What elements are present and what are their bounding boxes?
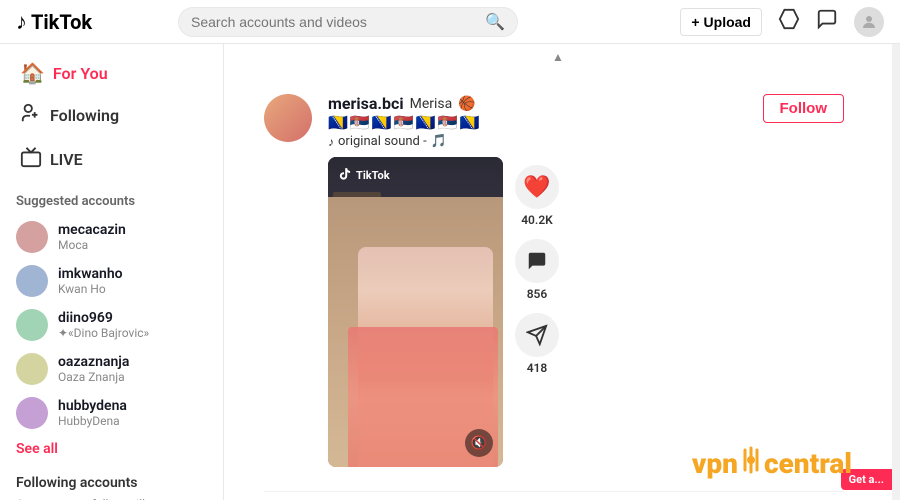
post-displayname-1: Merisa xyxy=(410,96,453,112)
flag-ba-3: 🇧🇦 xyxy=(416,113,436,132)
heart-icon: ❤️ xyxy=(523,175,550,200)
app-title: TikTok xyxy=(31,10,92,34)
flag-ba-4: 🇧🇦 xyxy=(460,113,480,132)
sidebar-item-label-live: LIVE xyxy=(50,150,83,169)
comment-button-1[interactable]: 856 xyxy=(515,239,559,301)
avatar-oazaznanja xyxy=(16,353,48,385)
avatar-hubbydena xyxy=(16,397,48,429)
flag-rs-1: 🇷🇸 xyxy=(350,113,370,132)
scroll-arrow-top: ▲ xyxy=(224,44,892,70)
flag-ba-2: 🇧🇦 xyxy=(372,113,392,132)
tiktok-logo-icon: ♪ xyxy=(16,9,27,35)
follow-button-1[interactable]: Follow xyxy=(763,94,845,123)
post-username-1[interactable]: merisa.bci xyxy=(328,94,404,113)
display-diino969: ✦«Dino Bajrovic» xyxy=(58,326,149,340)
avatar-diino969 xyxy=(16,309,48,341)
get-app-badge[interactable]: Get a... xyxy=(841,469,892,490)
search-bar: 🔍 xyxy=(178,7,518,37)
sound-row-1[interactable]: ♪ original sound - 🎵 xyxy=(328,134,479,149)
upload-plus-icon: + xyxy=(691,14,699,30)
share-button-1[interactable]: 418 xyxy=(515,313,559,375)
messages-button[interactable] xyxy=(816,8,838,35)
display-hubbydena: HubbyDena xyxy=(58,414,127,428)
video-image-fill xyxy=(328,157,503,467)
mute-button-1[interactable]: 🔇 xyxy=(465,429,493,457)
action-buttons-1: ❤️ 40.2K 856 xyxy=(515,157,559,467)
like-icon-circle: ❤️ xyxy=(515,165,559,209)
watermark-text: TikTok xyxy=(356,169,390,182)
username-mecacazin: mecacazin xyxy=(58,222,126,238)
upload-label: Upload xyxy=(704,14,751,30)
avatar-imkwanho xyxy=(16,265,48,297)
like-count-1: 40.2K xyxy=(521,213,553,227)
suggested-account-diino969[interactable]: diino969 ✦«Dino Bajrovic» xyxy=(0,303,223,347)
flag-ba-1: 🇧🇦 xyxy=(328,113,348,132)
search-button[interactable]: 🔍 xyxy=(485,12,505,32)
music-note-icon: ♪ xyxy=(328,135,334,149)
flag-icons-1: 🇧🇦 🇷🇸 🇧🇦 🇷🇸 🇧🇦 🇷🇸 🇧🇦 xyxy=(328,113,479,132)
post-avatar-merisa[interactable] xyxy=(264,94,312,142)
post-right-1: merisa.bci Merisa 🏀 🇧🇦 🇷🇸 🇧🇦 🇷🇸 🇧🇦 xyxy=(328,94,844,467)
following-accounts-title: Following accounts xyxy=(0,463,223,495)
flag-rs-3: 🇷🇸 xyxy=(438,113,458,132)
second-post-preview: justus_reid Justus Reid Follow xyxy=(264,492,844,500)
live-icon xyxy=(20,146,42,173)
suggested-account-hubbydena[interactable]: hubbydena HubbyDena xyxy=(0,391,223,435)
comment-icon-circle xyxy=(515,239,559,283)
video-container-1: TikTok @merisa.bci xyxy=(328,157,844,467)
sidebar-item-following[interactable]: Following xyxy=(4,94,219,137)
username-oazaznanja: oazaznanja xyxy=(58,354,129,370)
home-icon: 🏠 xyxy=(20,61,45,85)
right-scrollbar[interactable] xyxy=(892,44,900,500)
following-accounts-sub: Accounts you follow will appear here xyxy=(0,495,223,500)
following-icon xyxy=(20,102,42,129)
like-button-1[interactable]: ❤️ 40.2K xyxy=(515,165,559,227)
video-feed: merisa.bci Merisa 🏀 🇧🇦 🇷🇸 🇧🇦 🇷🇸 🇧🇦 xyxy=(224,70,884,500)
sidebar-item-live[interactable]: LIVE xyxy=(4,138,219,181)
display-mecacazin: Moca xyxy=(58,238,126,252)
suggested-account-oazaznanja[interactable]: oazaznanja Oaza Znanja xyxy=(0,347,223,391)
share-count-1: 418 xyxy=(527,361,548,375)
username-diino969: diino969 xyxy=(58,310,149,326)
video-post-1: merisa.bci Merisa 🏀 🇧🇦 🇷🇸 🇧🇦 🇷🇸 🇧🇦 xyxy=(264,70,844,492)
post-user-info-1: merisa.bci Merisa 🏀 🇧🇦 🇷🇸 🇧🇦 🇷🇸 🇧🇦 xyxy=(328,94,479,149)
post-header-1: merisa.bci Merisa 🏀 🇧🇦 🇷🇸 🇧🇦 🇷🇸 🇧🇦 xyxy=(328,94,844,149)
sidebar: 🏠 For You Following LIVE Suggested accou… xyxy=(0,44,224,500)
user-avatar[interactable] xyxy=(854,7,884,37)
content-area: ▲ merisa.bci Merisa 🏀 xyxy=(224,44,892,500)
sound-label-1: original sound - xyxy=(338,134,427,149)
suggested-accounts-title: Suggested accounts xyxy=(0,182,223,215)
suggested-account-imkwanho[interactable]: imkwanho Kwan Ho xyxy=(0,259,223,303)
sidebar-item-for-you[interactable]: 🏠 For You xyxy=(4,53,219,93)
sidebar-item-label-following: Following xyxy=(50,106,119,125)
nav-actions: + Upload xyxy=(680,7,884,37)
inbox-button[interactable] xyxy=(778,8,800,35)
sidebar-item-label-for-you: For You xyxy=(53,64,108,83)
watermark-tiktok-logo xyxy=(338,167,352,184)
top-nav: ♪ TikTok 🔍 + Upload xyxy=(0,0,900,44)
display-oazaznanja: Oaza Znanja xyxy=(58,370,129,384)
main-layout: 🏠 For You Following LIVE Suggested accou… xyxy=(0,44,900,500)
flag-rs-2: 🇷🇸 xyxy=(394,113,414,132)
see-all-button[interactable]: See all xyxy=(0,435,223,463)
post-emoji-1: 🏀 xyxy=(458,96,475,112)
share-icon-circle xyxy=(515,313,559,357)
video-watermark-1: TikTok xyxy=(338,167,390,184)
username-hubbydena: hubbydena xyxy=(58,398,127,414)
logo[interactable]: ♪ TikTok xyxy=(16,9,166,35)
upload-button[interactable]: + Upload xyxy=(680,8,762,36)
display-imkwanho: Kwan Ho xyxy=(58,282,123,296)
comment-count-1: 856 xyxy=(527,287,548,301)
suggested-account-mecacazin[interactable]: mecacazin Moca xyxy=(0,215,223,259)
avatar-mecacazin xyxy=(16,221,48,253)
username-imkwanho: imkwanho xyxy=(58,266,123,282)
video-thumbnail-1[interactable]: TikTok @merisa.bci xyxy=(328,157,503,467)
search-input[interactable] xyxy=(191,14,485,30)
sound-disc-icon-1: 🎵 xyxy=(431,134,447,149)
